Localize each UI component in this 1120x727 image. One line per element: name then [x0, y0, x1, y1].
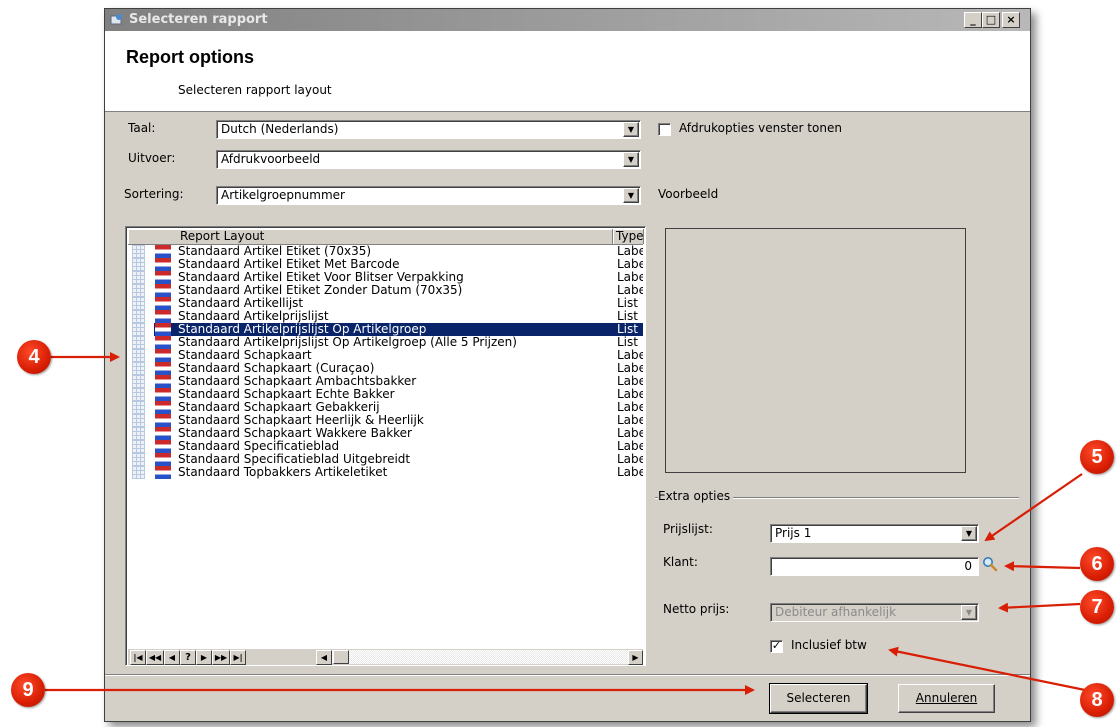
annotation-badge-8: 8 [1080, 683, 1114, 717]
arrow-6 [1004, 561, 1081, 572]
arrow-7 [998, 602, 1081, 613]
annotation-badge-7: 7 [1080, 590, 1114, 624]
arrow-8 [888, 646, 1086, 692]
annotation-badge-4: 4 [17, 340, 51, 374]
annotation-badge-5: 5 [1080, 440, 1114, 474]
annotation-badge-6: 6 [1080, 547, 1114, 581]
annotation-arrows [45, 352, 1086, 695]
arrow-5 [984, 473, 1083, 542]
annotation-badge-9: 9 [11, 673, 45, 707]
